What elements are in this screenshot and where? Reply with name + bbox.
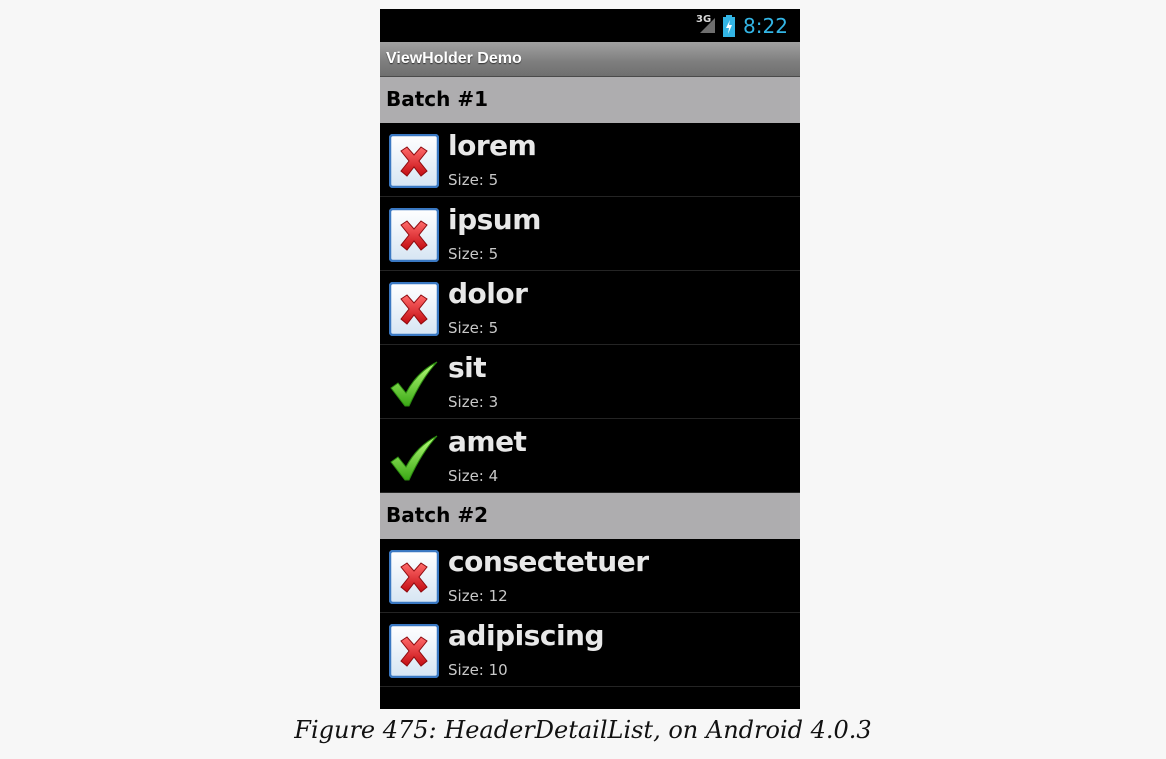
- item-word: consectetuer: [448, 545, 649, 578]
- action-bar: ViewHolder Demo: [380, 42, 800, 77]
- item-size: Size: 5: [448, 171, 499, 189]
- item-size: Size: 4: [448, 467, 499, 485]
- item-size: Size: 10: [448, 661, 508, 679]
- check-icon: [389, 356, 439, 410]
- item-word: sit: [448, 351, 487, 384]
- list-item[interactable]: lorem Size: 5: [380, 123, 800, 197]
- item-word: amet: [448, 425, 527, 458]
- battery-charging-icon: [723, 15, 735, 37]
- list-item[interactable]: amet Size: 4: [380, 419, 800, 493]
- list-item[interactable]: adipiscing Size: 10: [380, 613, 800, 687]
- section-header: Batch #2: [380, 493, 800, 539]
- list-item[interactable]: dolor Size: 5: [380, 271, 800, 345]
- item-size: Size: 5: [448, 319, 499, 337]
- x-icon: [389, 282, 439, 336]
- app-title: ViewHolder Demo: [386, 50, 522, 67]
- item-word: ipsum: [448, 203, 541, 236]
- status-bar: 3G 8:22: [380, 9, 800, 42]
- x-icon: [389, 134, 439, 188]
- signal-icon: [700, 18, 715, 33]
- x-icon: [389, 624, 439, 678]
- x-icon: [389, 208, 439, 262]
- section-header-label: Batch #2: [386, 503, 489, 527]
- item-size: Size: 12: [448, 587, 508, 605]
- x-icon: [389, 550, 439, 604]
- list-item[interactable]: ipsum Size: 5: [380, 197, 800, 271]
- section-header: Batch #1: [380, 77, 800, 123]
- section-header-label: Batch #1: [386, 87, 489, 111]
- figure-caption: Figure 475: HeaderDetailList, on Android…: [294, 716, 872, 744]
- item-word: adipiscing: [448, 619, 605, 652]
- item-word: lorem: [448, 129, 537, 162]
- check-icon: [389, 430, 439, 484]
- list-item[interactable]: sit Size: 3: [380, 345, 800, 419]
- list-item[interactable]: consectetuer Size: 12: [380, 539, 800, 613]
- phone-screen: 3G 8:22 ViewHolder Demo Batch #1 lorem S…: [380, 9, 800, 709]
- item-size: Size: 5: [448, 245, 499, 263]
- item-size: Size: 3: [448, 393, 499, 411]
- word-list[interactable]: Batch #1 lorem Size: 5 ipsum Size: 5 dol…: [380, 77, 800, 687]
- clock: 8:22: [743, 14, 788, 38]
- item-word: dolor: [448, 277, 528, 310]
